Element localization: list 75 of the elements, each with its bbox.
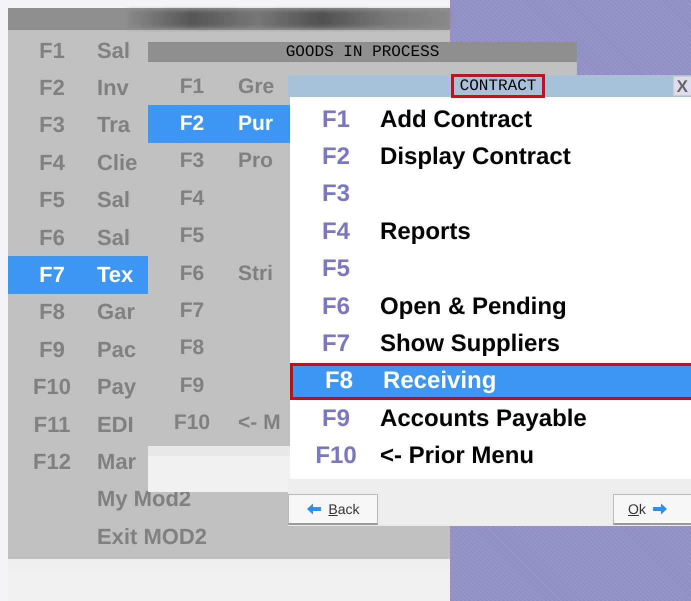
function-key: F8: [166, 336, 218, 360]
function-key: F2: [309, 143, 363, 172]
function-key: F8: [27, 299, 77, 326]
menu-item[interactable]: F5: [290, 250, 691, 288]
window-title: GOODS IN PROCESS: [284, 43, 440, 61]
function-key: F3: [27, 112, 77, 138]
menu-label: Pac: [97, 336, 136, 363]
function-key: F10: [309, 442, 363, 470]
menu-label: Show Suppliers: [380, 330, 560, 358]
function-key: F3: [309, 180, 363, 208]
function-key: F5: [309, 255, 363, 284]
menu-label: Receiving: [383, 367, 496, 396]
right-arrow-icon: [652, 502, 668, 515]
menu-label: Accounts Payable: [380, 404, 587, 433]
menu-label: <- M: [238, 411, 281, 436]
menu-item[interactable]: F4 Reports: [290, 213, 691, 251]
window-title: CONTRACT: [450, 74, 546, 98]
menu-item[interactable]: F7 Show Suppliers: [290, 325, 691, 363]
menu-item[interactable]: F3: [290, 176, 691, 214]
function-key: F7: [309, 330, 363, 358]
function-key: F11: [27, 412, 77, 438]
function-key: F8: [312, 367, 366, 396]
menu-label: Pay: [97, 374, 136, 400]
menu-label: Inv: [97, 75, 129, 102]
function-key: F6: [309, 292, 363, 321]
function-key: F12: [27, 448, 77, 475]
menu-label: Reports: [380, 218, 471, 246]
menu-label: Add Contract: [380, 106, 532, 134]
menu-label: EDI: [97, 412, 134, 438]
function-key: F7: [27, 262, 77, 288]
function-key: F9: [309, 404, 363, 433]
function-key: F4: [309, 218, 363, 246]
function-key: F10: [166, 411, 218, 436]
function-key: F9: [27, 336, 77, 363]
menu-label: Sal: [97, 187, 130, 214]
menu-item[interactable]: F1 Add Contract: [290, 101, 691, 138]
menu-label: Mar: [97, 448, 136, 475]
menu-label: Clie: [97, 150, 138, 176]
menu-label: Tex: [97, 262, 134, 288]
function-key: F2: [27, 75, 77, 102]
menu-label: Tra: [97, 112, 130, 138]
function-key: F4: [27, 150, 77, 176]
menu-label: Gar: [97, 299, 135, 326]
close-button[interactable]: X: [672, 76, 691, 96]
function-key: F1: [166, 74, 218, 99]
menu-item[interactable]: F6 Open & Pending: [290, 288, 691, 326]
function-key: F5: [27, 187, 77, 214]
menu-label: Gre: [238, 74, 274, 99]
function-key: F6: [166, 262, 218, 286]
menu-item[interactable]: F2 Display Contract: [290, 138, 691, 176]
menu-label: Exit MOD2: [97, 524, 208, 550]
menu-label: <- Prior Menu: [380, 442, 534, 470]
left-arrow-icon: [306, 502, 322, 515]
menu-label: Sal: [97, 224, 130, 251]
function-key: F9: [166, 374, 218, 398]
menu-label: Pur: [238, 112, 274, 136]
menu-item[interactable]: F10 <- Prior Menu: [290, 438, 691, 475]
menu-item[interactable]: F9 Accounts Payable: [290, 400, 691, 438]
function-key: F10: [27, 374, 77, 400]
menu-label: Pro: [238, 149, 274, 174]
back-button[interactable]: Back: [288, 494, 378, 525]
function-key: F2: [166, 112, 218, 136]
function-key: F3: [166, 149, 218, 174]
menu-label: Stri: [238, 262, 274, 286]
function-key: F4: [166, 186, 218, 211]
ok-button[interactable]: Ok: [613, 494, 691, 525]
function-key: F5: [166, 224, 218, 248]
function-key: F1: [309, 106, 363, 134]
menu-label: Sal: [97, 38, 130, 64]
function-key: F6: [27, 224, 77, 251]
menu-label: Open & Pending: [380, 292, 567, 321]
menu-label: Display Contract: [380, 143, 571, 172]
menu-item[interactable]: F8 Receiving: [290, 362, 691, 400]
function-key: F7: [166, 299, 218, 324]
function-key: F1: [27, 38, 77, 64]
